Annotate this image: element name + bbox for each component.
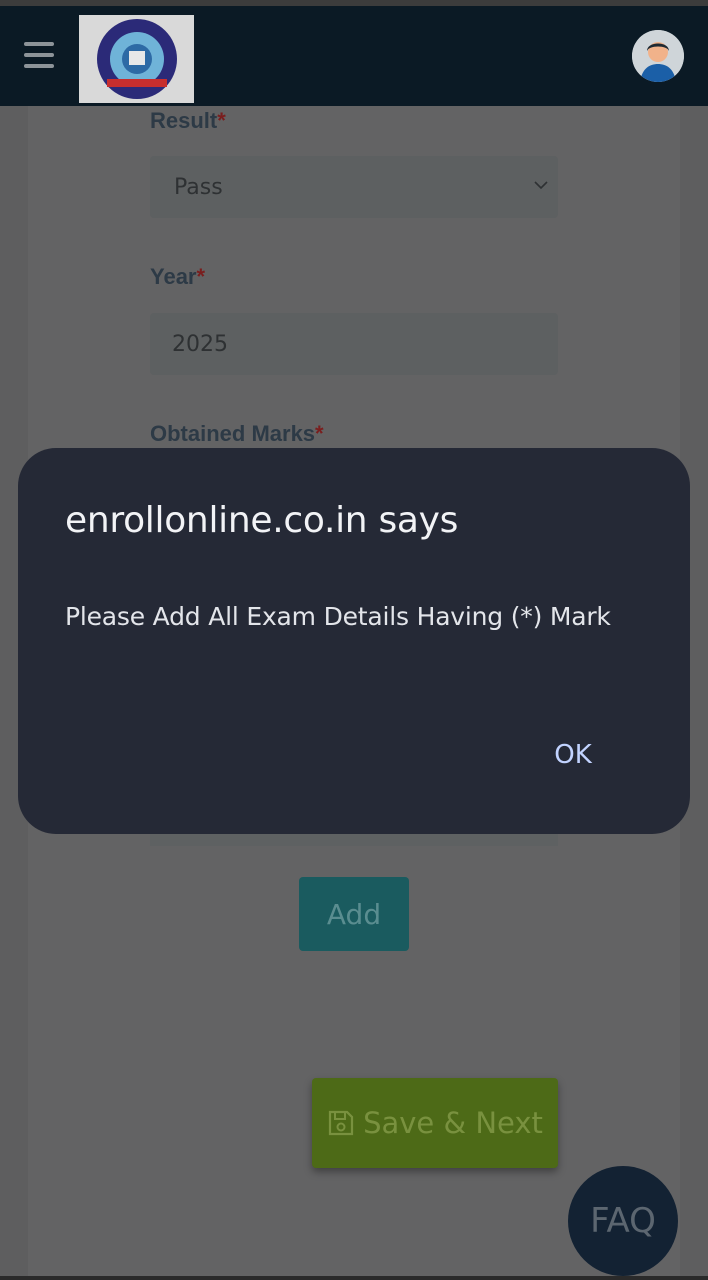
year-label: Year* bbox=[150, 264, 206, 289]
ok-button[interactable]: OK bbox=[538, 730, 608, 780]
floppy-disk-icon bbox=[328, 1110, 354, 1136]
result-select[interactable]: Pass bbox=[150, 156, 558, 218]
chevron-down-icon bbox=[534, 181, 548, 190]
user-avatar-icon[interactable] bbox=[632, 30, 684, 82]
obtained-marks-label: Obtained Marks* bbox=[150, 421, 324, 446]
save-and-next-label: Save & Next bbox=[363, 1106, 543, 1140]
result-select-value: Pass bbox=[174, 174, 223, 200]
bottom-edge bbox=[0, 1276, 708, 1280]
year-input[interactable]: 2025 bbox=[150, 313, 558, 375]
app-header bbox=[0, 6, 708, 106]
college-logo-seal bbox=[96, 19, 177, 99]
alert-dialog: enrollonline.co.in says Please Add All E… bbox=[18, 448, 690, 834]
result-label: Result* bbox=[150, 108, 226, 133]
faq-label: FAQ bbox=[590, 1201, 656, 1241]
hamburger-menu-icon[interactable] bbox=[24, 42, 54, 68]
dialog-message: Please Add All Exam Details Having (*) M… bbox=[65, 602, 611, 631]
college-logo[interactable] bbox=[79, 15, 194, 103]
faq-button[interactable]: FAQ bbox=[568, 1166, 678, 1276]
year-input-value: 2025 bbox=[172, 331, 228, 357]
save-and-next-button[interactable]: Save & Next bbox=[312, 1078, 558, 1168]
dialog-title: enrollonline.co.in says bbox=[65, 500, 459, 541]
add-button[interactable]: Add bbox=[299, 877, 409, 951]
